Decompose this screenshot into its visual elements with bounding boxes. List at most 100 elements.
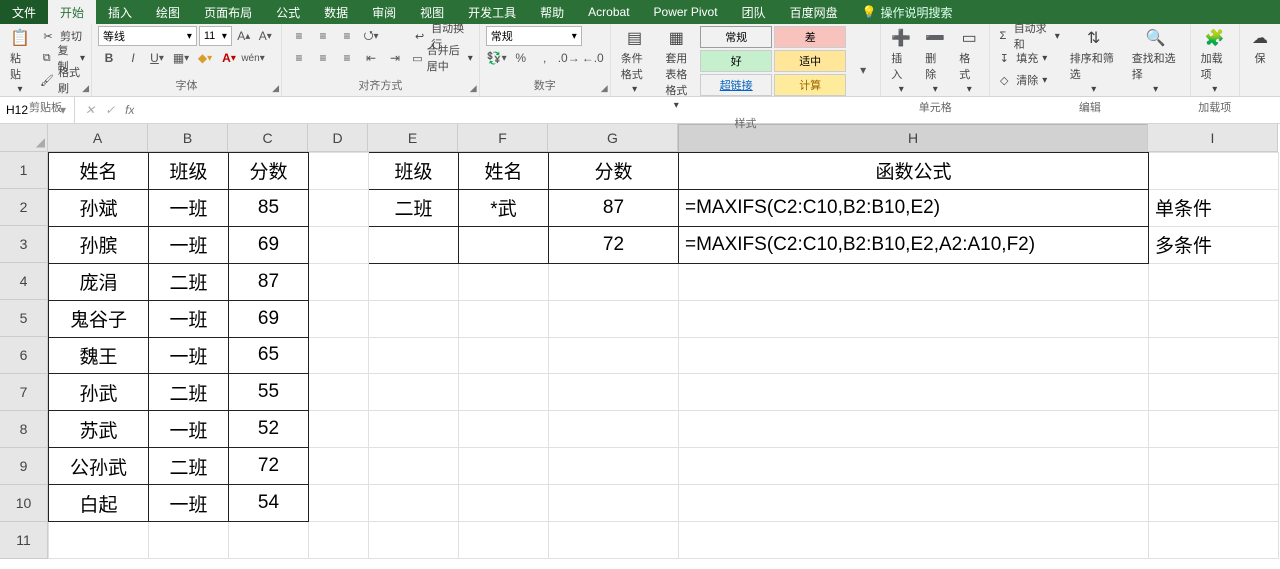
border-button[interactable]: ▦▾ bbox=[170, 48, 192, 68]
cell-F7[interactable] bbox=[459, 374, 549, 411]
row-head-1[interactable]: 1 bbox=[0, 152, 48, 189]
cell-B6[interactable]: 一班 bbox=[149, 337, 229, 374]
cell-F6[interactable] bbox=[459, 337, 549, 374]
conditional-format-button[interactable]: ▤条件格式▾ bbox=[617, 26, 653, 113]
tab-draw[interactable]: 绘图 bbox=[144, 0, 192, 24]
cell-F8[interactable] bbox=[459, 411, 549, 448]
fill-button[interactable]: ↧填充▾ bbox=[996, 48, 1060, 68]
row-head-7[interactable]: 7 bbox=[0, 374, 48, 411]
comma-button[interactable]: , bbox=[534, 48, 556, 68]
cell-I8[interactable] bbox=[1149, 411, 1279, 448]
delete-cells-button[interactable]: ➖删除▾ bbox=[921, 26, 949, 97]
row-head-10[interactable]: 10 bbox=[0, 485, 48, 522]
cell-C3[interactable]: 69 bbox=[229, 226, 309, 263]
cell-G4[interactable] bbox=[549, 263, 679, 300]
cell-F9[interactable] bbox=[459, 448, 549, 485]
cell-H11[interactable] bbox=[679, 522, 1149, 559]
cell-A8[interactable]: 苏武 bbox=[49, 411, 149, 448]
tab-home[interactable]: 开始 bbox=[48, 0, 96, 24]
cell-B10[interactable]: 一班 bbox=[149, 485, 229, 522]
cell-A7[interactable]: 孙武 bbox=[49, 374, 149, 411]
style-bad[interactable]: 差 bbox=[774, 26, 846, 48]
cell-B11[interactable] bbox=[149, 522, 229, 559]
cell-G7[interactable] bbox=[549, 374, 679, 411]
dialog-launcher-icon[interactable]: ◢ bbox=[470, 83, 477, 94]
cell-B1[interactable]: 班级 bbox=[149, 153, 229, 190]
merge-center-button[interactable]: ▭合并后居中▾ bbox=[412, 48, 473, 68]
cell-C5[interactable]: 69 bbox=[229, 300, 309, 337]
cell-G5[interactable] bbox=[549, 300, 679, 337]
cell-H4[interactable] bbox=[679, 263, 1149, 300]
cell-D5[interactable] bbox=[309, 300, 369, 337]
cell-C6[interactable]: 65 bbox=[229, 337, 309, 374]
cell-A10[interactable]: 白起 bbox=[49, 485, 149, 522]
cell-C7[interactable]: 55 bbox=[229, 374, 309, 411]
cell-D2[interactable] bbox=[309, 189, 369, 226]
find-select-button[interactable]: 🔍查找和选择▾ bbox=[1128, 26, 1184, 97]
cell-A4[interactable]: 庞涓 bbox=[49, 263, 149, 300]
cell-G11[interactable] bbox=[549, 522, 679, 559]
col-head-F[interactable]: F bbox=[458, 124, 548, 152]
fx-icon[interactable]: fx bbox=[125, 103, 134, 117]
phonetic-button[interactable]: wén▾ bbox=[242, 48, 264, 68]
cell-G3[interactable]: 72 bbox=[549, 226, 679, 263]
tab-team[interactable]: 团队 bbox=[730, 0, 778, 24]
cell-E9[interactable] bbox=[369, 448, 459, 485]
row-head-8[interactable]: 8 bbox=[0, 411, 48, 448]
row-head-3[interactable]: 3 bbox=[0, 226, 48, 263]
cell-D1[interactable] bbox=[309, 153, 369, 190]
cells[interactable]: 姓名 班级 分数 班级 姓名 分数 函数公式 孙斌 一班 85 二班 *武 87… bbox=[48, 152, 1279, 559]
font-name-select[interactable]: 等线▾ bbox=[98, 26, 197, 46]
insert-cells-button[interactable]: ➕插入▾ bbox=[887, 26, 915, 97]
cell-F5[interactable] bbox=[459, 300, 549, 337]
cell-A2[interactable]: 孙斌 bbox=[49, 189, 149, 226]
row-head-11[interactable]: 11 bbox=[0, 522, 48, 559]
cell-I7[interactable] bbox=[1149, 374, 1279, 411]
cell-H5[interactable] bbox=[679, 300, 1149, 337]
table-format-button[interactable]: ▦套用 表格格式▾ bbox=[658, 26, 694, 113]
cell-I9[interactable] bbox=[1149, 448, 1279, 485]
cell-D10[interactable] bbox=[309, 485, 369, 522]
cell-F4[interactable] bbox=[459, 263, 549, 300]
cell-G9[interactable] bbox=[549, 448, 679, 485]
align-bottom-button[interactable]: ≡ bbox=[336, 26, 358, 46]
select-all-corner[interactable]: ◢ bbox=[0, 124, 48, 152]
row-head-5[interactable]: 5 bbox=[0, 300, 48, 337]
cell-B7[interactable]: 二班 bbox=[149, 374, 229, 411]
styles-more-button[interactable]: ▾ bbox=[852, 60, 874, 80]
align-middle-button[interactable]: ≡ bbox=[312, 26, 334, 46]
grow-font-button[interactable]: A▴ bbox=[234, 26, 254, 46]
cell-B9[interactable]: 二班 bbox=[149, 448, 229, 485]
cell-G10[interactable] bbox=[549, 485, 679, 522]
cell-E6[interactable] bbox=[369, 337, 459, 374]
cell-F2[interactable]: *武 bbox=[459, 189, 549, 226]
style-good[interactable]: 好 bbox=[700, 50, 772, 72]
cancel-icon[interactable]: ✕ bbox=[85, 103, 95, 117]
tab-formulas[interactable]: 公式 bbox=[264, 0, 312, 24]
align-center-button[interactable]: ≡ bbox=[312, 48, 334, 68]
cell-E7[interactable] bbox=[369, 374, 459, 411]
font-color-button[interactable]: A▾ bbox=[218, 48, 240, 68]
tab-baidu[interactable]: 百度网盘 bbox=[778, 0, 850, 24]
tab-acrobat[interactable]: Acrobat bbox=[576, 0, 641, 24]
cell-H6[interactable] bbox=[679, 337, 1149, 374]
number-format-select[interactable]: 常规▾ bbox=[486, 26, 582, 46]
cell-I1[interactable] bbox=[1149, 153, 1279, 190]
cell-C8[interactable]: 52 bbox=[229, 411, 309, 448]
cell-D4[interactable] bbox=[309, 263, 369, 300]
style-neutral[interactable]: 适中 bbox=[774, 50, 846, 72]
cell-B2[interactable]: 一班 bbox=[149, 189, 229, 226]
tab-insert[interactable]: 插入 bbox=[96, 0, 144, 24]
bold-button[interactable]: B bbox=[98, 48, 120, 68]
cell-D6[interactable] bbox=[309, 337, 369, 374]
cell-G2[interactable]: 87 bbox=[549, 189, 679, 226]
cell-I11[interactable] bbox=[1149, 522, 1279, 559]
cell-B3[interactable]: 一班 bbox=[149, 226, 229, 263]
cell-E3[interactable] bbox=[369, 226, 459, 263]
row-head-4[interactable]: 4 bbox=[0, 263, 48, 300]
cell-B8[interactable]: 一班 bbox=[149, 411, 229, 448]
format-cells-button[interactable]: ▭格式▾ bbox=[955, 26, 983, 97]
percent-button[interactable]: % bbox=[510, 48, 532, 68]
dec-decimal-button[interactable]: ←.0 bbox=[582, 48, 604, 68]
cell-H10[interactable] bbox=[679, 485, 1149, 522]
